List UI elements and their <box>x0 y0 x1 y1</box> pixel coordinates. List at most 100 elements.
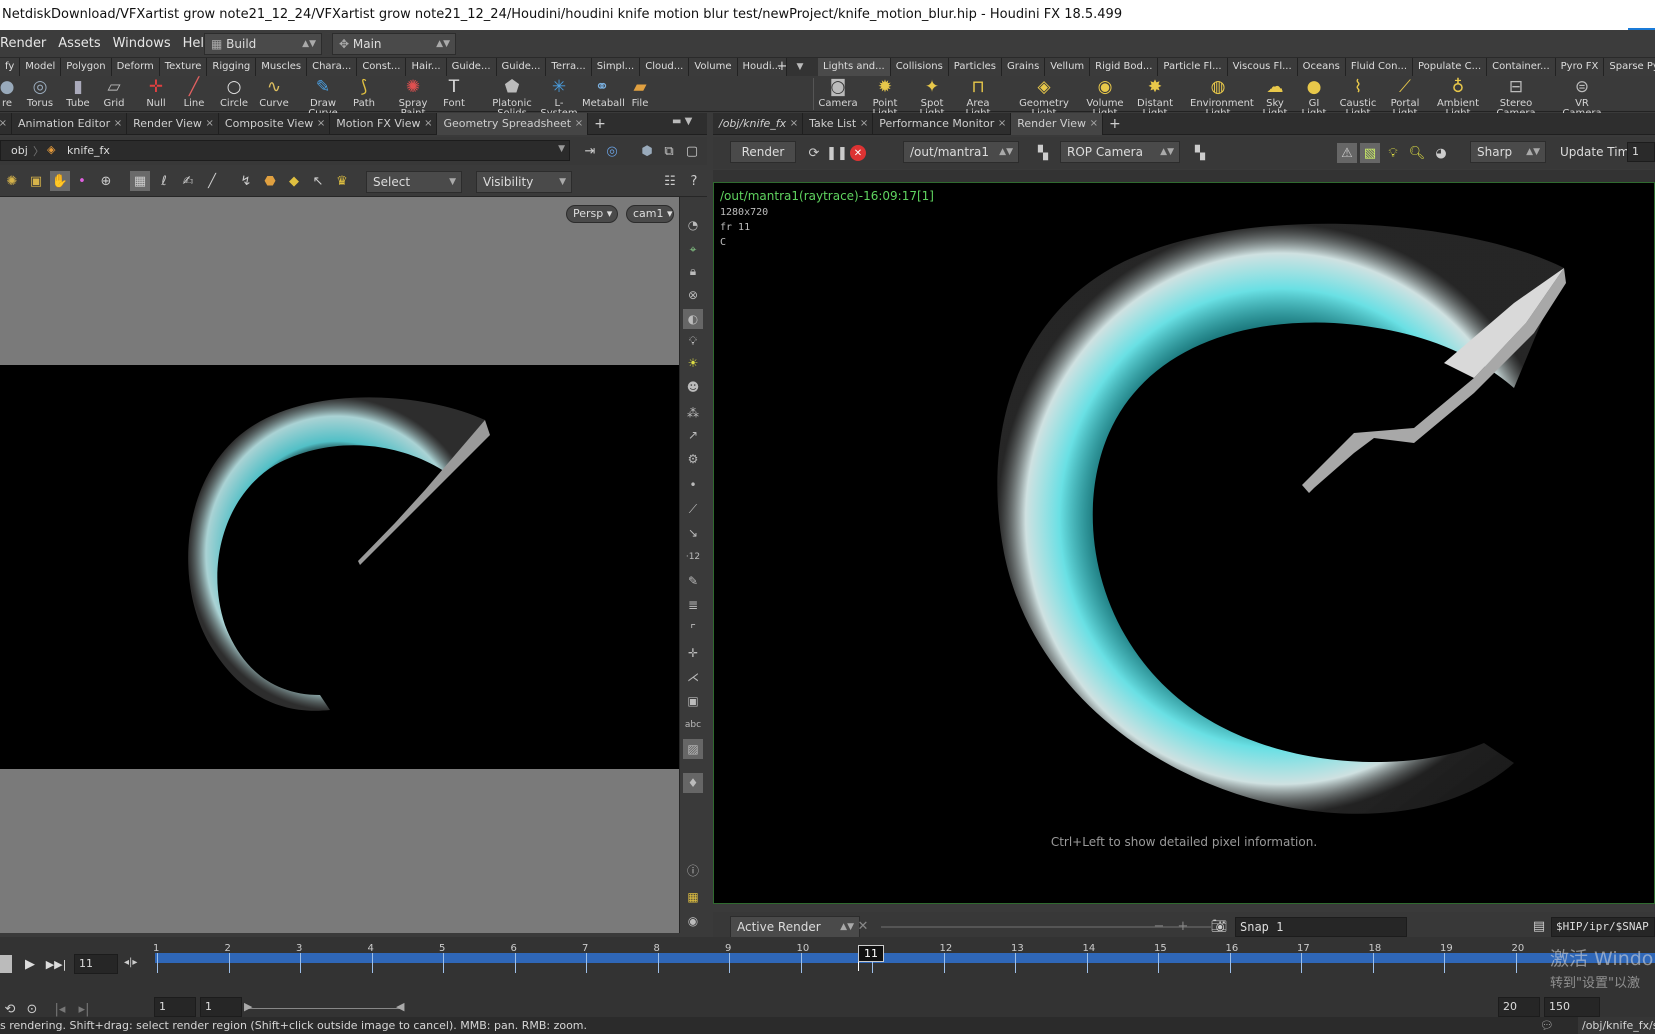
desktop-dropdown[interactable]: ▦ Build ▲▼ <box>204 33 322 55</box>
menu-render[interactable]: Render <box>0 30 52 58</box>
shelf-tool-volume-light[interactable]: ◉Volume Light <box>1078 76 1132 119</box>
headlight-icon[interactable]: ☀ <box>683 353 703 373</box>
shelf-menu-icon[interactable]: ▼ <box>792 58 808 76</box>
shelf-tool-geometry-light[interactable]: ◈Geometry Light <box>1018 76 1070 119</box>
path-knife-fx[interactable]: knife_fx <box>67 144 110 157</box>
shelf-tab-r-6[interactable]: Particle Fl... <box>1158 58 1228 76</box>
maximize-icon[interactable]: ▢ <box>682 141 702 161</box>
update-time-field[interactable]: 1 <box>1627 142 1655 162</box>
shelf-tool-font[interactable]: T Font <box>436 76 472 112</box>
shelf-tool-circle[interactable]: ○ Circle <box>216 76 252 112</box>
shelf-tool-gi-light[interactable]: ●GI Light <box>1296 76 1332 119</box>
shelf-tool-ambient-light[interactable]: ♁Ambient Light <box>1430 76 1486 119</box>
tab-composite-view[interactable]: Composite View × <box>219 112 331 135</box>
zoom-icon[interactable]: 🔍︎ <box>1407 143 1427 163</box>
shelf-tool-caustic-light[interactable]: ⌇Caustic Light <box>1334 76 1382 119</box>
range-start-handle[interactable]: ▶ <box>244 1000 252 1013</box>
folder-icon[interactable]: ▤ <box>1529 916 1549 936</box>
normals-icon[interactable]: ↗ <box>683 425 703 445</box>
shelf-tab-l-0[interactable]: fy <box>0 58 21 76</box>
stop-button[interactable] <box>0 955 12 973</box>
shelf-tool-lsystem[interactable]: ✳L-System <box>536 76 582 119</box>
range-slider[interactable] <box>246 1008 402 1009</box>
select-mode-dropdown[interactable]: Select ▼ <box>366 171 462 193</box>
minus-icon[interactable]: − <box>1149 916 1169 936</box>
shelf-tool-curve[interactable]: ∿ Curve <box>256 76 292 112</box>
brush-icon[interactable]: ✎ <box>683 571 703 591</box>
shelf-tab-r-2[interactable]: Particles <box>948 58 1002 76</box>
select-cursor-icon[interactable]: ↖ <box>308 171 328 191</box>
shelf-tool-area-light[interactable]: ⊓Area Light <box>956 76 1000 119</box>
shelf-tool-tube[interactable]: ▮ Tube <box>60 76 96 112</box>
shelf-tool-sky-light[interactable]: ☁Sky Light <box>1256 76 1294 119</box>
step-buttons[interactable]: ◂|▸ <box>124 957 137 968</box>
shelf-tool-portal-light[interactable]: ⟋Portal Light <box>1384 76 1426 119</box>
info-icon[interactable]: ⓘ <box>683 861 703 881</box>
sphere-preview-icon[interactable]: ◕ <box>1431 143 1451 163</box>
laser-select-icon[interactable]: ╱ <box>202 171 222 191</box>
crosshair-icon[interactable]: ✛ <box>683 643 703 663</box>
select-crown-icon[interactable]: ♛ <box>332 171 352 191</box>
shelf-tab-r-12[interactable]: Pyro FX <box>1555 58 1605 76</box>
brush-select-icon[interactable]: ✍ <box>178 171 198 191</box>
preview-icon[interactable]: ▧ <box>1360 143 1380 163</box>
shelf-tab-l-2[interactable]: Polygon <box>61 58 112 76</box>
background-image-icon[interactable]: ▨ <box>683 739 703 759</box>
box-select-icon[interactable]: ▣ <box>26 171 46 191</box>
prev-key-icon[interactable]: |◂ <box>50 999 70 1019</box>
tab-render-view[interactable]: Render View × <box>127 112 219 135</box>
text-icon[interactable]: abc <box>683 715 703 735</box>
corner-icon[interactable]: ⌜ <box>683 619 703 639</box>
shelf-tool-path[interactable]: ⟆ Path <box>346 76 382 112</box>
shelf-tab-l-10[interactable]: Guide... <box>446 58 497 76</box>
tab-geometry-spreadsheet[interactable]: Geometry Spreadsheet × <box>437 112 589 135</box>
delete-snapshot-icon[interactable]: ✕ <box>853 916 873 936</box>
template-icon[interactable]: ⚙ <box>683 449 703 469</box>
start-frame-field-2[interactable]: 1 <box>200 997 242 1017</box>
visibility-dropdown[interactable]: Visibility ▼ <box>476 171 572 193</box>
shelf-tab-r-10[interactable]: Populate C... <box>1413 58 1488 76</box>
eye-icon[interactable]: ◔ <box>683 215 703 235</box>
loop-icon[interactable]: ⟲ <box>0 999 20 1019</box>
shading-icon[interactable]: ◐ <box>683 309 703 329</box>
play-icon[interactable]: ▶ <box>20 954 40 974</box>
shelf-tool-null[interactable]: ✛ Null <box>138 76 174 112</box>
status-path[interactable]: /obj/knife_fx/s... <box>1578 1017 1655 1034</box>
select-visible-icon[interactable]: ⬣ <box>260 171 280 191</box>
snapshot-dropdown[interactable]: Active Render ▲▼ <box>730 916 860 938</box>
shelf-tool-sphere[interactable]: ● re <box>0 76 22 112</box>
shelf-tool-spot-light[interactable]: ✦Spot Light <box>910 76 954 119</box>
camera-snapshot-icon[interactable]: 📷︎ <box>1209 916 1229 936</box>
shelf-tab-r-3[interactable]: Grains <box>1001 58 1046 76</box>
shelf-tab-l-15[interactable]: Volume <box>689 58 738 76</box>
help-icon[interactable]: ? <box>684 171 704 191</box>
xray-icon[interactable]: ⊗ <box>683 285 703 305</box>
box-region-icon[interactable]: ▦ <box>130 171 150 191</box>
shelf-tool-stereo-camera[interactable]: ⊟Stereo Camera <box>1492 76 1540 119</box>
next-key-icon[interactable]: ▸| <box>74 999 94 1019</box>
lock-icon[interactable]: 🔒︎ <box>683 261 703 281</box>
select-hidden-icon[interactable]: ◆ <box>284 171 304 191</box>
pin-icon[interactable]: ⇥ <box>580 141 600 161</box>
last-frame-icon[interactable]: ▶▶| <box>46 954 67 974</box>
light-icon[interactable]: 💡︎ <box>683 331 703 351</box>
add-tab-button[interactable]: + <box>588 113 612 135</box>
pane-menu-icon[interactable]: ▬ ▼ <box>672 116 692 127</box>
shelf-tab-l-7[interactable]: Chara... <box>307 58 358 76</box>
rop-dropdown[interactable]: /out/mantra1 ▲▼ <box>903 141 1019 163</box>
shelf-tab-l-6[interactable]: Muscles <box>256 58 308 76</box>
camera-dropdown[interactable]: ROP Camera ▲▼ <box>1060 141 1180 163</box>
render-view-canvas[interactable]: /out/mantra1(raytrace)-16:09:17[1] 1280x… <box>713 182 1655 904</box>
shelf-tool-spray-paint[interactable]: ✺Spray Paint <box>390 76 436 119</box>
shelf-tab-r-5[interactable]: Rigid Bod... <box>1090 58 1159 76</box>
path-field[interactable]: obj 〉 ◈ knife_fx ▼ <box>0 140 570 161</box>
shelf-tool-torus[interactable]: ◎ Torus <box>22 76 58 112</box>
refresh-icon[interactable]: ⟳ <box>804 143 824 163</box>
scene-viewport[interactable]: Persp ▾ cam1 ▾ <box>0 197 679 933</box>
tab-partial[interactable]: × <box>0 112 12 135</box>
snap-icon[interactable]: ⋌ <box>683 667 703 687</box>
tab-obj-knife-fx[interactable]: /obj/knife_fx × <box>713 112 804 135</box>
shelf-tool-file[interactable]: ▰ File <box>622 76 658 112</box>
numbers-icon[interactable]: ·12 <box>683 547 703 567</box>
path-obj[interactable]: obj <box>11 144 28 157</box>
